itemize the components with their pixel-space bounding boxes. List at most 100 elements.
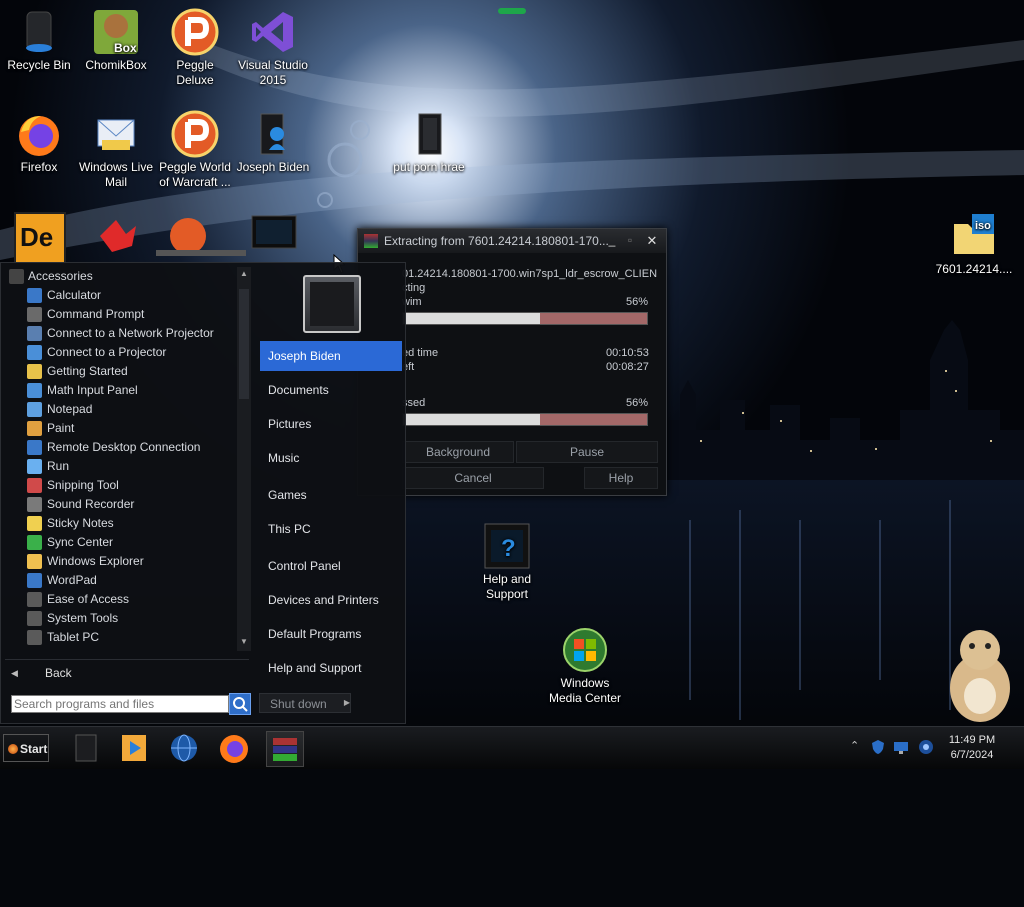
desktop-icon-help-support[interactable]: ? Help and Support [468, 522, 546, 602]
taskbar-internet[interactable] [166, 731, 202, 765]
program-icon [27, 307, 42, 322]
help-button[interactable]: Help [584, 467, 658, 489]
show-hidden-icons-icon[interactable]: ⌃ [850, 739, 866, 755]
desktop-icon-monitor[interactable] [250, 212, 298, 260]
taskbar-firefox[interactable] [216, 731, 252, 765]
desktop-icon-iso[interactable]: iso 7601.24214.... [934, 212, 1014, 277]
maximize-button[interactable]: ▫ [624, 233, 636, 249]
program-folder[interactable]: Accessories [5, 267, 237, 286]
program-label: Snipping Tool [47, 478, 119, 492]
processed-progress-bar [402, 413, 648, 426]
start-right-item-default-programs[interactable]: Default Programs [260, 619, 402, 649]
program-icon [27, 345, 42, 360]
shut-down-button[interactable]: Shut down [259, 693, 351, 713]
desktop-icon-media-center[interactable]: Windows Media Center [546, 626, 624, 706]
start-right-item-music[interactable]: Music [260, 443, 402, 473]
desktop-icon-peggle-deluxe[interactable]: Peggle Deluxe [156, 8, 234, 88]
program-item[interactable]: Notepad [5, 400, 237, 419]
start-right-item-games[interactable]: Games [260, 480, 402, 510]
program-item[interactable]: Windows Explorer [5, 552, 237, 571]
start-menu[interactable]: Accessories Calculator Command Prompt Conne… [0, 262, 406, 724]
programs-list[interactable]: Accessories Calculator Command Prompt Conne… [5, 267, 237, 649]
iso-badge: iso [975, 220, 991, 232]
program-item[interactable]: Sticky Notes [5, 514, 237, 533]
program-item[interactable]: Sound Recorder [5, 495, 237, 514]
user-avatar[interactable] [303, 275, 361, 333]
desktop-icon-de[interactable]: De [14, 212, 66, 264]
shut-down-options-arrow-icon[interactable]: ▶ [339, 693, 355, 713]
program-item[interactable]: Math Input Panel [5, 381, 237, 400]
program-item[interactable]: Run [5, 457, 237, 476]
desktop-icon-label: Peggle World of Warcraft ... [159, 160, 231, 189]
program-item[interactable]: Connect to a Network Projector [5, 324, 237, 343]
program-item[interactable]: Tablet PC [5, 628, 237, 647]
minimize-button[interactable]: _ [602, 233, 622, 249]
program-icon [27, 573, 42, 588]
desktop-icon-afternight[interactable] [96, 216, 246, 262]
program-item[interactable]: Connect to a Projector [5, 343, 237, 362]
start-right-item-joseph-biden[interactable]: Joseph Biden [260, 341, 402, 371]
desktop-icon-chomikbox[interactable]: Box ChomikBox [77, 8, 155, 73]
scroll-down-arrow-icon[interactable]: ▼ [239, 637, 249, 647]
firefox-icon [220, 735, 248, 763]
desktop-icon-firefox[interactable]: Firefox [0, 110, 78, 175]
cancel-button[interactable]: Cancel [402, 467, 544, 489]
file-percent: 56% [626, 296, 649, 308]
desktop-icon-recycle-bin[interactable]: Recycle Bin [0, 8, 78, 73]
desktop-icon-folder[interactable]: put porn hrae [390, 110, 468, 175]
start-right-item-devices-and-printers[interactable]: Devices and Printers [260, 585, 402, 615]
scrollbar-thumb[interactable] [239, 289, 249, 399]
search-input[interactable] [11, 695, 229, 713]
start-right-item-pictures[interactable]: Pictures [260, 409, 402, 439]
program-item[interactable]: Snipping Tool [5, 476, 237, 495]
program-icon [27, 611, 42, 626]
taskbar-media-player[interactable] [116, 731, 152, 765]
shield-icon[interactable] [870, 739, 886, 755]
clock-date: 6/7/2024 [950, 749, 994, 761]
program-item[interactable]: Ease of Access [5, 590, 237, 609]
program-item[interactable]: Getting Started [5, 362, 237, 381]
search-button[interactable] [229, 693, 251, 715]
programs-scrollbar[interactable]: ▲ ▼ [237, 267, 251, 651]
desktop-icon-label: Windows Live Mail [78, 160, 154, 189]
system-clock[interactable]: 11:49 PM 6/7/2024 [940, 733, 1004, 763]
program-item[interactable]: Command Prompt [5, 305, 237, 324]
hamster-gadget[interactable] [934, 624, 1018, 724]
search-icon [233, 697, 248, 712]
back-button[interactable]: ◀ Back [5, 659, 249, 686]
program-label: Getting Started [47, 364, 128, 378]
program-item[interactable]: Paint [5, 419, 237, 438]
taskbar-winrar[interactable] [266, 731, 304, 767]
program-icon [27, 554, 42, 569]
desktop-icon-windows-live-mail[interactable]: Windows Live Mail [77, 110, 155, 190]
taskbar: Start ⌃ 11:49 PM 6/7/2024 [0, 726, 1024, 769]
close-button[interactable]: ✕ [644, 233, 660, 249]
program-item[interactable]: Calculator [5, 286, 237, 305]
desktop-icon-peggle-wow[interactable]: Peggle World of Warcraft ... [156, 110, 234, 190]
program-item[interactable]: WordPad [5, 571, 237, 590]
program-item[interactable]: Sync Center [5, 533, 237, 552]
volume-icon[interactable] [918, 739, 934, 755]
scroll-up-arrow-icon[interactable]: ▲ [239, 269, 249, 279]
afternight-logo-icon [100, 218, 246, 256]
program-label: Connect to a Network Projector [47, 326, 214, 340]
taskbar-explorer[interactable] [68, 731, 104, 765]
dialog-title-bar[interactable]: Extracting from 7601.24214.180801-170...… [358, 229, 666, 253]
program-item[interactable]: Remote Desktop Connection [5, 438, 237, 457]
all-programs-panel[interactable]: Accessories Calculator Command Prompt Conne… [5, 267, 253, 907]
network-icon[interactable] [893, 739, 909, 755]
desktop-icon-label: Windows Media Center [548, 676, 622, 705]
pause-button[interactable]: Pause [516, 441, 658, 463]
start-right-item-documents[interactable]: Documents [260, 375, 402, 405]
start-button[interactable]: Start [3, 734, 49, 762]
desktop-icon-joseph-biden[interactable]: Joseph Biden [234, 110, 312, 175]
peggle-icon [171, 110, 219, 158]
chomikbox-badge: Box [114, 41, 137, 55]
background-button[interactable]: Background [402, 441, 514, 463]
program-icon [27, 383, 42, 398]
program-item[interactable]: System Tools [5, 609, 237, 628]
start-right-item-this-pc[interactable]: This PC [260, 514, 402, 544]
start-right-item-control-panel[interactable]: Control Panel [260, 551, 402, 581]
start-right-item-help-and-support[interactable]: Help and Support [260, 653, 402, 683]
desktop-icon-visual-studio[interactable]: Visual Studio 2015 [234, 8, 312, 88]
